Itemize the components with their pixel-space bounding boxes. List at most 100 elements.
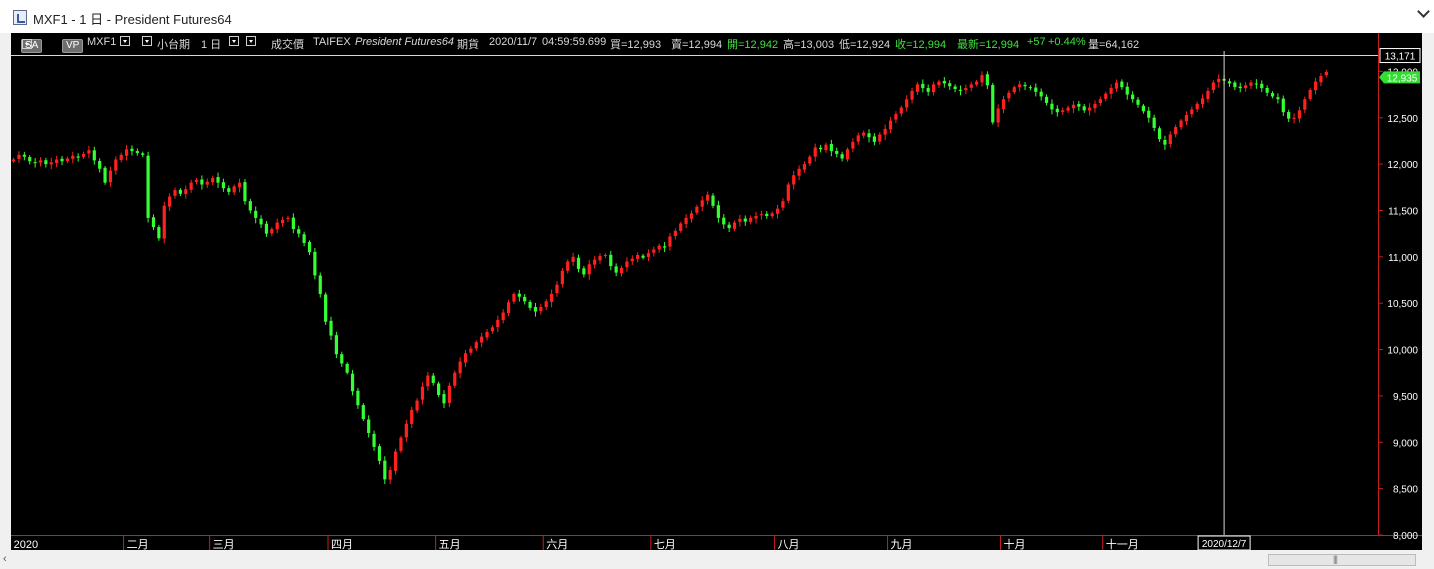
- candle: [781, 198, 785, 211]
- candle: [1077, 100, 1081, 111]
- candle-body: [399, 437, 403, 451]
- x-tick-label: 八月: [778, 539, 800, 550]
- high-label: 高=13,003: [783, 39, 835, 51]
- candle: [151, 214, 156, 231]
- candle-body: [17, 154, 21, 159]
- candle: [856, 132, 860, 145]
- candle-body: [1147, 110, 1151, 118]
- candle-body: [673, 230, 677, 236]
- bottom-scrollbar[interactable]: ‹ |||: [3, 550, 1422, 569]
- candle-body: [1308, 89, 1312, 99]
- candle: [958, 85, 963, 96]
- candle-body: [1281, 98, 1285, 113]
- candle-body: [1125, 86, 1129, 95]
- candle-body: [727, 224, 731, 229]
- window-collapse-icon[interactable]: [1416, 4, 1430, 18]
- candle: [1227, 78, 1232, 87]
- candle-body: [958, 89, 963, 91]
- symbol-dropdown-icon[interactable]: [120, 36, 130, 46]
- candle: [33, 158, 37, 168]
- product-menu-icon[interactable]: [142, 36, 152, 46]
- candle-body: [517, 293, 521, 297]
- candle: [334, 331, 338, 359]
- candle: [463, 349, 468, 367]
- candle-body: [340, 354, 344, 364]
- candle: [808, 154, 812, 166]
- candle-body: [749, 217, 753, 222]
- candle: [286, 215, 290, 223]
- candle: [388, 466, 392, 484]
- candle-body: [695, 206, 699, 213]
- candle-body: [485, 331, 489, 338]
- vp-button[interactable]: VP: [62, 39, 84, 53]
- candle-body: [480, 336, 484, 343]
- candle: [157, 224, 161, 241]
- candle-body: [840, 154, 844, 159]
- chart-area[interactable]: 8,000 8,500 9,000 9,500 10,000 10,500 11,000 11…: [10, 33, 1422, 551]
- candle: [1287, 109, 1291, 123]
- x-tick-label: 2020: [14, 539, 38, 550]
- price-type-menu-icon[interactable]: [246, 36, 256, 46]
- candle: [168, 193, 172, 212]
- candle: [254, 206, 258, 224]
- candle-body: [151, 217, 156, 228]
- candle-body: [1303, 99, 1307, 110]
- candle: [345, 362, 349, 375]
- candle: [173, 187, 177, 199]
- candle: [248, 198, 252, 214]
- candle-body: [453, 372, 457, 386]
- candle-body: [404, 423, 408, 438]
- candle: [786, 182, 790, 204]
- candle-body: [361, 405, 365, 420]
- sa-dropdown-icon[interactable]: [22, 39, 32, 49]
- candle: [1114, 79, 1119, 92]
- y-tick-label: 10,000: [1387, 346, 1418, 357]
- candle: [765, 211, 769, 219]
- candle-body: [243, 182, 247, 202]
- candle: [1039, 88, 1043, 101]
- candle-body: [770, 213, 774, 217]
- candle-body: [469, 348, 473, 353]
- candle: [318, 272, 322, 298]
- candle-body: [743, 218, 747, 222]
- scroll-thumb[interactable]: |||: [1268, 554, 1416, 566]
- candle-body: [1023, 84, 1027, 87]
- candle: [480, 332, 484, 348]
- candle: [931, 81, 936, 96]
- candle-body: [205, 181, 209, 185]
- candle-body: [447, 385, 451, 403]
- candle-body: [738, 218, 742, 222]
- candle-body: [1007, 92, 1011, 99]
- candle: [1034, 83, 1038, 97]
- candle: [582, 266, 586, 278]
- date-label: 2020/11/7: [489, 36, 538, 48]
- candle: [775, 204, 780, 219]
- candle: [76, 153, 80, 162]
- candle: [1120, 79, 1124, 90]
- candle: [523, 294, 527, 305]
- candle-body: [114, 159, 118, 171]
- candle: [1265, 85, 1269, 97]
- candle-body: [108, 170, 113, 183]
- candle-body: [1168, 134, 1172, 144]
- window-title: MXF1 - 1 日 - President Futures64: [33, 12, 232, 27]
- candle: [802, 161, 807, 173]
- candle: [1313, 77, 1318, 95]
- period-dropdown-icon[interactable]: [229, 36, 239, 46]
- product-label: 小台期: [157, 39, 190, 51]
- title-bar: MXF1 - 1 日 - President Futures64: [0, 0, 1434, 33]
- candle-body: [899, 107, 903, 114]
- candle: [1082, 104, 1086, 113]
- candle-body: [576, 257, 581, 269]
- candle-body: [1319, 76, 1323, 83]
- candle-body: [1179, 120, 1183, 128]
- candle: [1195, 101, 1199, 113]
- ask-label: 賣=12,994: [671, 39, 723, 51]
- candlestick-chart[interactable]: 8,000 8,500 9,000 9,500 10,000 10,500 11,000 11…: [10, 33, 1422, 551]
- candle-body: [980, 75, 984, 83]
- scroll-left-icon[interactable]: ‹: [3, 553, 7, 565]
- candle: [232, 184, 236, 196]
- candle-body: [985, 74, 989, 86]
- candle-body: [356, 390, 360, 406]
- candle-body: [1044, 96, 1049, 103]
